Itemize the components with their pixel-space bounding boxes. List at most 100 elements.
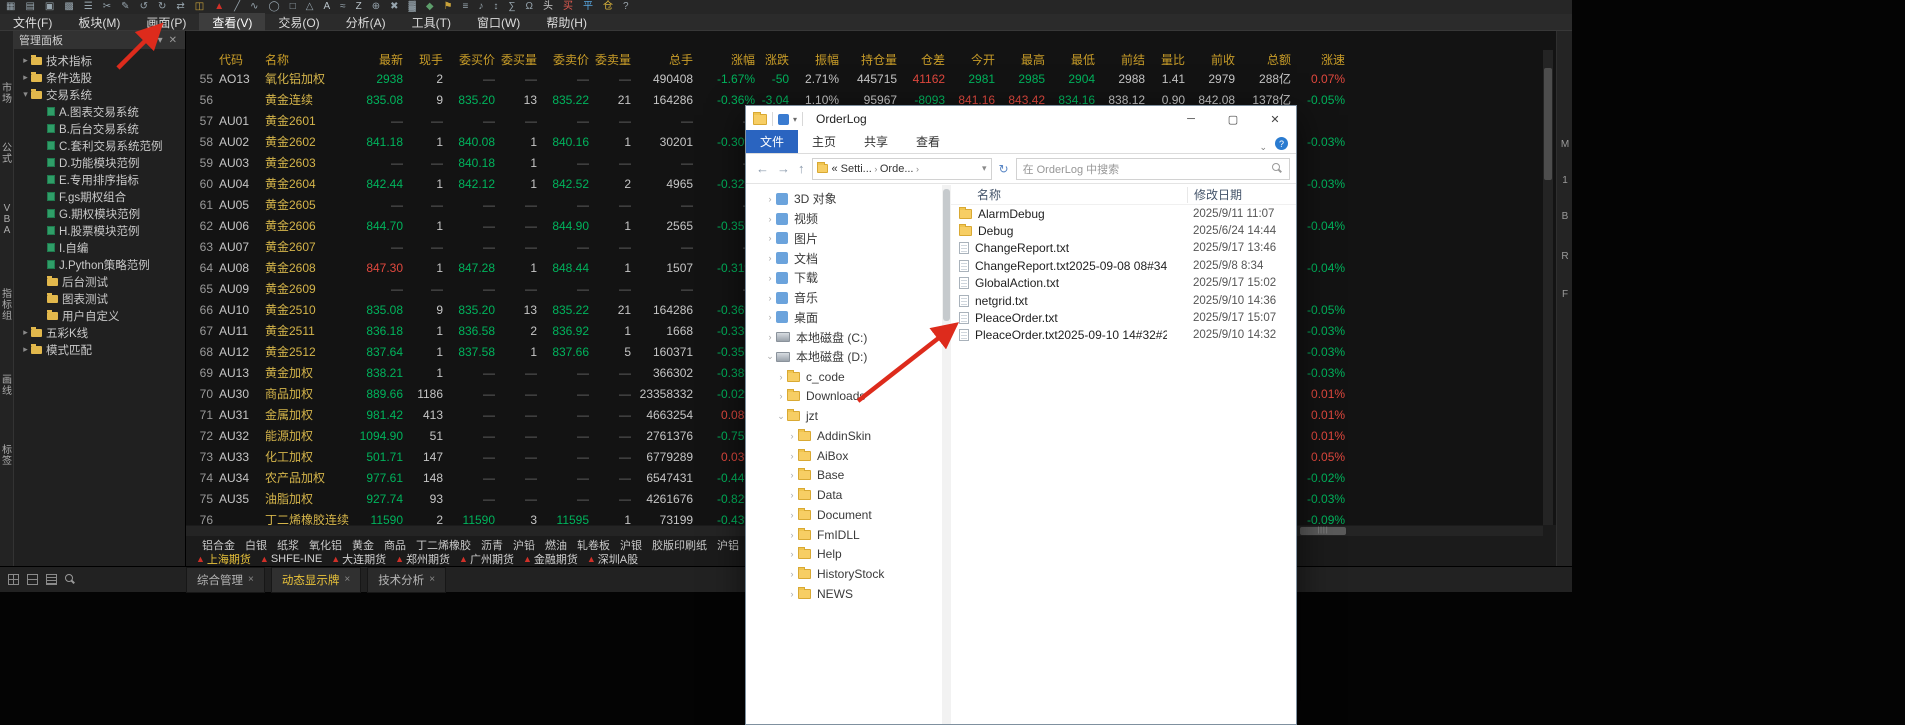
omega-icon[interactable]: Ω [525, 2, 532, 12]
market-tab[interactable]: ▲深圳A股 [587, 551, 638, 566]
explorer-nav-item[interactable]: ›桌面 [746, 308, 942, 328]
grid-view-icon[interactable] [8, 574, 19, 585]
nav-pane-scrollbar[interactable] [942, 185, 951, 724]
name-column-header[interactable]: 名称 [977, 186, 1001, 203]
approx-icon[interactable]: ≈ [340, 2, 346, 12]
sidebar-item[interactable]: B.后台交易系统 [14, 120, 185, 137]
sidebar-item[interactable]: H.股票模块范例 [14, 222, 185, 239]
expand-icon[interactable]: ↕ [493, 2, 498, 12]
explorer-nav-item[interactable]: ›3D 对象 [746, 189, 942, 209]
trendline-icon[interactable]: ╱ [234, 2, 240, 12]
left-strip-tab[interactable]: VBA [0, 203, 14, 236]
left-strip-tab[interactable]: 标签 [0, 445, 14, 467]
explorer-nav-item[interactable]: ⌄本地磁盘 (D:) [746, 347, 942, 367]
text-tool-icon[interactable]: A [323, 2, 330, 12]
split-view-icon[interactable] [27, 574, 38, 585]
minimize-button[interactable]: ─ [1170, 106, 1212, 132]
column-header[interactable]: 委卖量 [592, 50, 634, 68]
expand-chevron-icon[interactable]: › [764, 332, 776, 342]
help-icon[interactable]: ? [623, 2, 629, 12]
explorer-nav-item[interactable]: ›本地磁盘 (C:) [746, 327, 942, 347]
market-tab[interactable]: ▲郑州期货 [395, 551, 450, 566]
expand-chevron-icon[interactable]: › [786, 549, 798, 559]
zigzag-icon[interactable]: Z [356, 2, 362, 12]
column-header[interactable]: 最新 [352, 50, 406, 68]
ticker-item[interactable]: 沥青 [481, 538, 503, 551]
ribbon-tab-共享[interactable]: 共享 [850, 130, 902, 153]
expand-chevron-icon[interactable]: › [764, 194, 776, 204]
quick-access-chevron-icon[interactable]: ▾ [793, 115, 797, 124]
column-header[interactable]: 委买量 [498, 50, 540, 68]
triangle-tool-icon[interactable]: △ [306, 2, 314, 12]
quick-access-icon[interactable] [778, 114, 789, 125]
address-bar[interactable]: « Setti... › Orde... › ▾ [812, 158, 992, 180]
sidebar-item[interactable]: E.专用排序指标 [14, 171, 185, 188]
save-icon[interactable]: ▣ [45, 2, 54, 12]
column-header[interactable]: 持仓量 [842, 50, 900, 68]
menu-item[interactable]: 画面(P) [133, 13, 199, 32]
sidebar-item[interactable]: I.自编 [14, 239, 185, 256]
breadcrumb-segment[interactable]: « Setti... [832, 163, 872, 175]
sidebar-item[interactable]: F.gs期权组合 [14, 188, 185, 205]
position-button[interactable]: 头 [543, 2, 553, 12]
tree-expander-icon[interactable]: ▸ [20, 327, 31, 338]
right-strip-label[interactable]: F [1557, 289, 1573, 300]
tree-expander-icon[interactable]: ▸ [20, 72, 31, 83]
sidebar-item[interactable]: ▸技术指标 [14, 52, 185, 69]
search-input[interactable]: 在 OrderLog 中搜索 [1016, 158, 1290, 180]
close-tab-icon[interactable]: × [248, 574, 254, 585]
search-icon[interactable] [65, 574, 76, 585]
column-header[interactable]: 委买价 [446, 50, 498, 68]
sidebar-item[interactable]: 用户自定义 [14, 307, 185, 324]
undo-icon[interactable]: ↺ [140, 2, 148, 12]
sidebar-item[interactable]: C.套利交易系统范例 [14, 137, 185, 154]
menu-item[interactable]: 查看(V) [199, 13, 265, 32]
column-header[interactable]: 委卖价 [540, 50, 592, 68]
expand-chevron-icon[interactable]: › [786, 589, 798, 599]
explorer-nav-item[interactable]: ›Data [746, 485, 942, 505]
scrollbar-thumb[interactable]: |||| [1300, 527, 1346, 535]
expand-chevron-icon[interactable]: › [786, 431, 798, 441]
right-strip-label[interactable]: 1 [1557, 175, 1573, 186]
ticker-item[interactable]: 黄金 [352, 538, 374, 551]
delete-icon[interactable]: ✖ [390, 2, 398, 12]
sidebar-item[interactable]: J.Python策略范例 [14, 256, 185, 273]
fill-icon[interactable]: ▓ [409, 2, 416, 12]
ticker-item[interactable]: 轧卷板 [577, 538, 610, 551]
sidebar-item[interactable]: ▾交易系统 [14, 86, 185, 103]
file-row[interactable]: PleaceOrder.txt2025-09-10 14#32#21...202… [951, 327, 1296, 344]
explorer-nav-item[interactable]: ›FmIDLL [746, 525, 942, 545]
wave-icon[interactable]: ∿ [250, 2, 258, 12]
column-header[interactable]: 前收 [1188, 50, 1238, 68]
explorer-nav-item[interactable]: ›Help [746, 545, 942, 565]
up-button[interactable]: ↑ [794, 161, 809, 176]
explorer-nav-item[interactable]: ›Base [746, 466, 942, 486]
chart-icon[interactable]: ▲ [214, 2, 224, 12]
sidebar-item[interactable]: 后台测试 [14, 273, 185, 290]
rect-tool-icon[interactable]: □ [290, 2, 296, 12]
market-tab[interactable]: ▲SHFE-INE [260, 553, 322, 565]
ticker-item[interactable]: 沪铝 [717, 538, 739, 551]
ribbon-tab-查看[interactable]: 查看 [902, 130, 954, 153]
sum-icon[interactable]: ∑ [508, 2, 515, 12]
holdings-button[interactable]: 仓 [603, 2, 613, 12]
file-row[interactable]: AlarmDebug2025/9/11 11:07 [951, 205, 1296, 222]
sidebar-item[interactable]: ▸五彩K线 [14, 324, 185, 341]
expand-chevron-icon[interactable]: › [775, 372, 787, 382]
notes-icon[interactable] [46, 574, 57, 585]
breadcrumb-segment[interactable]: Orde... [880, 163, 914, 175]
ticker-item[interactable]: 白银 [245, 538, 267, 551]
explorer-nav-item[interactable]: ›视频 [746, 209, 942, 229]
gann-icon[interactable]: ⊕ [372, 2, 380, 12]
sidebar-item[interactable]: D.功能模块范例 [14, 154, 185, 171]
menu-item[interactable]: 分析(A) [333, 13, 399, 32]
circle-tool-icon[interactable]: ◯ [269, 2, 280, 12]
tree-expander-icon[interactable]: ▸ [20, 344, 31, 355]
expand-chevron-icon[interactable]: › [764, 273, 776, 283]
flat-button[interactable]: 平 [583, 2, 593, 12]
menu-item[interactable]: 工具(T) [399, 13, 464, 32]
maximize-button[interactable]: ▢ [1212, 106, 1254, 132]
ticker-item[interactable]: 胶版印刷纸 [652, 538, 707, 551]
expand-chevron-icon[interactable]: › [764, 253, 776, 263]
expand-chevron-icon[interactable]: › [775, 391, 787, 401]
